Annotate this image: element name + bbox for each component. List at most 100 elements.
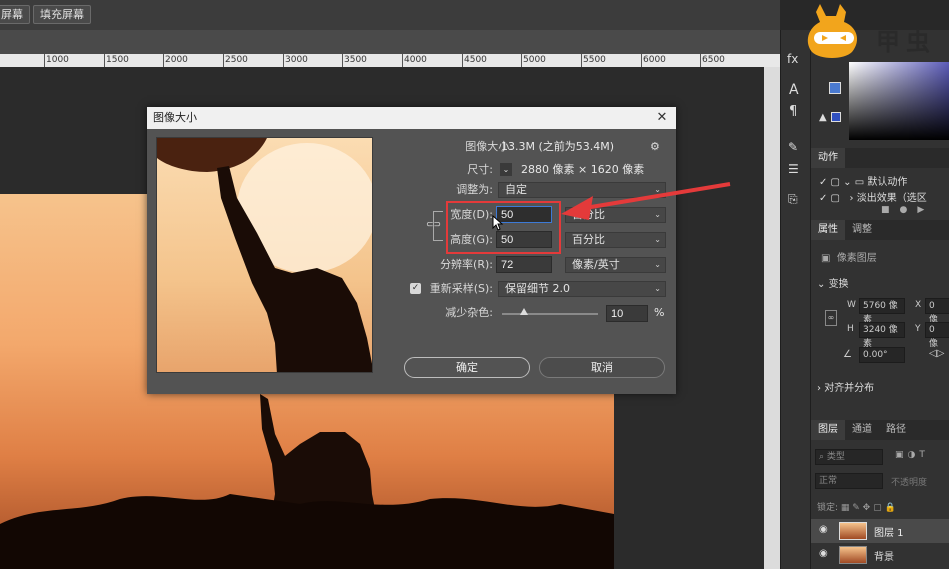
opacity-label: 不透明度 — [891, 478, 928, 488]
align-section[interactable]: › 对齐并分布 — [817, 379, 874, 394]
image-size-value: 13.3M (之前为53.4M) — [501, 140, 615, 153]
clone-source-icon[interactable]: ⎘ — [788, 192, 798, 207]
gear-icon[interactable]: ⚙ — [650, 140, 660, 153]
warning-icon: ▲ — [819, 112, 827, 123]
fx-icon[interactable]: fx — [787, 52, 798, 66]
noise-unit: % — [654, 306, 665, 319]
web-safe-swatch[interactable] — [831, 112, 841, 122]
layer-thumbnail — [839, 546, 867, 564]
layer-name[interactable]: 背景 — [874, 548, 894, 563]
visibility-eye-icon[interactable]: ◉ — [819, 548, 828, 559]
angle-icon: ∠ — [843, 349, 852, 360]
tab-channels[interactable]: 通道 — [845, 420, 879, 440]
options-bar: 屏幕 填充屏幕 — [0, 0, 780, 30]
layer-kind-filter[interactable]: ⌕ 类型 — [815, 449, 883, 465]
height-field[interactable]: 3240 像素 — [859, 322, 905, 349]
angle-field[interactable]: 0.00° — [859, 347, 905, 363]
link-icon[interactable]: ∞ — [825, 310, 837, 326]
noise-label: 减少杂色: — [445, 306, 493, 319]
resample-value: 保留细节 2.0 — [505, 282, 570, 295]
resolution-unit-select[interactable]: 像素/英寸 ⌄ — [565, 257, 666, 273]
lock-row: 锁定: ▦ ✎ ✥ ▢ 🔒 — [817, 503, 896, 513]
action-set-row[interactable]: ✓ ▢ ⌄ ▭ 默认动作 — [819, 173, 907, 188]
transform-section[interactable]: ⌄ 变换 — [817, 275, 849, 290]
filter-icons[interactable]: ▣◑T — [895, 450, 929, 460]
layer-name[interactable]: 图层 1 — [874, 524, 904, 539]
ruler-label: 3500 — [344, 55, 367, 65]
chevron-down-icon[interactable]: ⌄ — [500, 163, 512, 176]
dimension-label: 尺寸: — [467, 163, 493, 176]
height-unit-value: 百分比 — [572, 233, 605, 246]
image-size-dialog: 图像大小 ✕ 图像大小: 13.3M (之前为53.4M) ⚙ 尺寸: ⌄ 28… — [147, 107, 676, 394]
ruler-label: 5000 — [523, 55, 546, 65]
h-label: H — [847, 324, 854, 334]
tab-paths[interactable]: 路径 — [879, 420, 913, 440]
horizontal-ruler: 1000 1500 2000 2500 3000 3500 4000 4500 … — [0, 54, 780, 67]
resolution-input[interactable] — [496, 256, 552, 273]
ruler-label: 3000 — [285, 55, 308, 65]
ok-button[interactable]: 确定 — [404, 357, 530, 378]
close-icon[interactable]: ✕ — [654, 107, 670, 129]
noise-slider-thumb[interactable] — [520, 308, 528, 315]
tab-actions[interactable]: 动作 — [811, 148, 845, 168]
y-label: Y — [915, 324, 921, 334]
x-label: X — [915, 300, 922, 310]
kind-label: 类型 — [826, 452, 845, 462]
foreground-swatch[interactable] — [829, 82, 841, 94]
resolution-label: 分辨率(R): — [440, 258, 493, 271]
noise-slider-track[interactable] — [502, 313, 598, 315]
action-set-label: 默认动作 — [867, 177, 908, 188]
tab-properties[interactable]: 属性 — [811, 220, 845, 240]
dialog-title: 图像大小 — [147, 107, 676, 129]
dimension-value: 2880 像素 × 1620 像素 — [521, 163, 645, 176]
x-field[interactable]: 0 像 — [925, 298, 949, 325]
flip-icon[interactable]: ◁▷ — [929, 348, 944, 359]
color-field[interactable] — [849, 62, 949, 140]
ruler-label: 1000 — [46, 55, 69, 65]
w-label: W — [847, 300, 856, 310]
cancel-button[interactable]: 取消 — [539, 357, 665, 378]
fit-screen-button[interactable]: 屏幕 — [0, 5, 30, 24]
actions-panel-header: 动作 — [811, 148, 949, 168]
document-tab-strip — [0, 30, 780, 54]
ruler-label: 4000 — [404, 55, 427, 65]
resample-select[interactable]: 保留细节 2.0 ⌄ — [498, 281, 666, 297]
ruler-label: 5500 — [583, 55, 606, 65]
mouse-cursor-icon — [492, 215, 504, 231]
tab-layers[interactable]: 图层 — [811, 420, 845, 440]
visibility-eye-icon[interactable]: ◉ — [819, 524, 828, 535]
y-field[interactable]: 0 像 — [925, 322, 949, 349]
height-unit-select[interactable]: 百分比 ⌄ — [565, 232, 666, 248]
panel-icon-column: fx A ¶ ✎ ☰ ⎘ — [780, 30, 810, 569]
action-item-row[interactable]: ✓ ▢ › 淡出效果（选区 — [819, 189, 949, 204]
resolution-unit-value: 像素/英寸 — [572, 258, 620, 271]
beetle-mascot-icon — [807, 4, 858, 58]
vertical-scrollbar[interactable] — [764, 67, 780, 569]
image-preview[interactable] — [156, 137, 373, 373]
layer-row-background[interactable]: ◉ 背景 — [811, 543, 949, 567]
chain-link-icon[interactable]: ⊂⊃ — [426, 218, 441, 232]
blend-mode-select[interactable]: 正常 — [815, 473, 883, 489]
right-panels: ▲ 动作 ✓ ▢ ⌄ ▭ 默认动作 ✓ ▢ › 淡出效果（选区 ■●▶ 属性 调整… — [810, 30, 949, 569]
fit-to-label: 调整为: — [456, 183, 493, 196]
ruler-label: 1500 — [106, 55, 129, 65]
ruler-label: 2000 — [165, 55, 188, 65]
ruler-label: 4500 — [464, 55, 487, 65]
layer-row-1[interactable]: ◉ 图层 1 — [811, 519, 949, 543]
fit-to-value: 自定 — [505, 183, 527, 196]
tab-adjustments[interactable]: 调整 — [845, 220, 879, 240]
ruler-label: 6000 — [643, 55, 666, 65]
fill-screen-button[interactable]: 填充屏幕 — [33, 5, 91, 24]
action-controls[interactable]: ■●▶ — [881, 205, 934, 215]
layers-panel-header: 图层 通道 路径 — [811, 420, 949, 440]
resample-label: 重新采样(S): — [429, 282, 493, 295]
noise-input[interactable] — [606, 305, 648, 322]
character-icon[interactable]: A — [789, 82, 799, 98]
paragraph-icon[interactable]: ¶ — [789, 104, 797, 119]
width-field[interactable]: 5760 像素 — [859, 298, 905, 325]
adjust-sliders-icon[interactable]: ☰ — [788, 162, 799, 176]
watermark-logo: 甲虫 — [800, 0, 949, 60]
pixel-layer-label: 像素图层 — [836, 253, 877, 264]
ruler-label: 2500 — [225, 55, 248, 65]
brush-icon[interactable]: ✎ — [788, 140, 798, 154]
